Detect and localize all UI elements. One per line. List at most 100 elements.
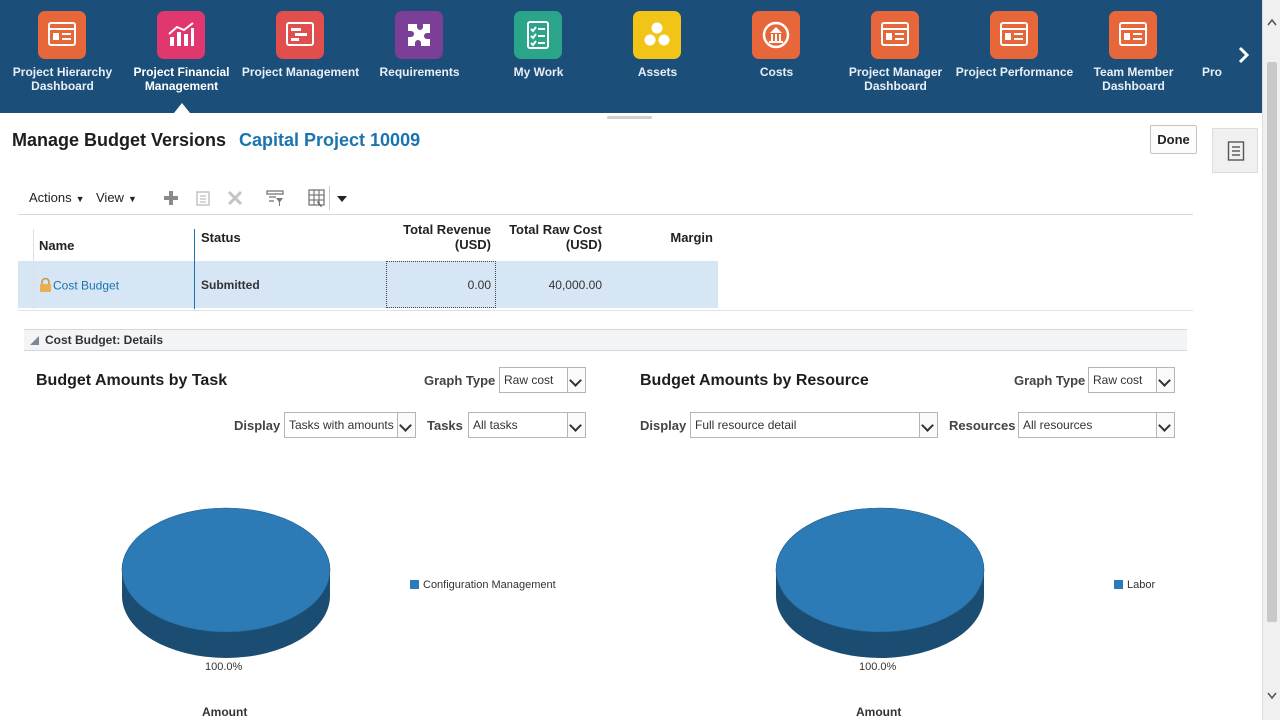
resource-graph-type-select[interactable]: Raw cost	[1088, 367, 1175, 393]
collapse-triangle-icon	[30, 336, 39, 345]
view-menu[interactable]: View ▼	[96, 190, 137, 205]
column-header-line: Total Raw Cost	[509, 222, 602, 237]
select-value: Full resource detail	[695, 418, 797, 432]
chevron-right-icon[interactable]	[1232, 40, 1256, 70]
nav-item-costs[interactable]: Costs	[717, 0, 836, 113]
display-label: Display	[234, 418, 281, 433]
column-header-total-raw-cost[interactable]: Total Raw Cost (USD)	[494, 222, 602, 252]
row-total-revenue[interactable]: 0.00	[386, 278, 491, 292]
row-total-raw-cost: 40,000.00	[548, 278, 602, 292]
caret-down-icon: ▼	[127, 194, 137, 204]
task-axis-label: Amount	[202, 705, 248, 719]
row-name-cell[interactable]: Cost Budget	[38, 277, 119, 296]
resource-panel-title: Budget Amounts by Resource	[640, 372, 869, 389]
toolbar-separator	[329, 186, 330, 210]
nav-item-requirements[interactable]: Requirements	[360, 0, 479, 113]
add-icon[interactable]	[160, 187, 182, 209]
tasks-select[interactable]: All tasks	[468, 412, 586, 438]
project-name: Capital Project 10009	[239, 130, 421, 150]
select-value: All tasks	[473, 418, 518, 432]
bar-chart-icon	[157, 11, 205, 59]
task-graph-type-select[interactable]: Raw cost	[499, 367, 586, 393]
resource-display-select[interactable]: Full resource detail	[690, 412, 938, 438]
column-header-line: Total Revenue	[403, 222, 491, 237]
costs-icon	[752, 11, 800, 59]
page-title: Manage Budget Versions	[12, 130, 227, 150]
nav-label: Costs	[759, 65, 794, 79]
graph-type-label: Graph Type	[424, 373, 496, 388]
resize-handle[interactable]	[607, 116, 652, 119]
dashboard-icon	[871, 11, 919, 59]
details-section-header[interactable]: Cost Budget: Details	[24, 329, 1187, 351]
task-display-select[interactable]: Tasks with amounts	[284, 412, 416, 438]
nav-item-team-member-dashboard[interactable]: Team Member Dashboard	[1074, 0, 1193, 113]
select-value: Raw cost	[504, 373, 554, 387]
delete-icon[interactable]	[224, 187, 246, 209]
column-header-margin[interactable]: Margin	[618, 230, 713, 245]
nav-item-project-hierarchy-dashboard[interactable]: Project Hierarchy Dashboard	[3, 0, 122, 113]
nav-item-assets[interactable]: Assets	[598, 0, 717, 113]
pie-slice[interactable]	[121, 507, 331, 633]
scroll-up-icon[interactable]	[1267, 18, 1277, 29]
lock-icon	[38, 277, 53, 296]
nav-label: Project Financial Management	[133, 65, 230, 93]
task-legend-item: Configuration Management	[410, 579, 556, 591]
nav-label: Project Management	[241, 65, 360, 79]
column-divider	[194, 229, 195, 309]
nav-item-my-work[interactable]: My Work	[479, 0, 598, 113]
resource-pie-svg	[775, 507, 985, 658]
select-value: All resources	[1023, 418, 1093, 432]
chevron-down-icon	[567, 413, 585, 437]
assets-icon	[633, 11, 681, 59]
pie-slice[interactable]	[775, 507, 985, 633]
column-header-line: (USD)	[454, 237, 491, 252]
legend-label: Configuration Management	[423, 579, 556, 591]
nav-item-project-performance[interactable]: Project Performance	[955, 0, 1074, 113]
nav-label: Project Manager Dashboard	[848, 65, 943, 93]
task-panel-title: Budget Amounts by Task	[36, 372, 228, 389]
nav-item-project-financial-management[interactable]: Project Financial Management	[122, 0, 241, 113]
task-pie-percent: 100.0%	[205, 661, 243, 673]
nav-item-project-manager-dashboard[interactable]: Project Manager Dashboard	[836, 0, 955, 113]
resources-select[interactable]: All resources	[1018, 412, 1175, 438]
puzzle-icon	[395, 11, 443, 59]
select-value: Raw cost	[1093, 373, 1143, 387]
graph-type-label: Graph Type	[1014, 373, 1086, 388]
checklist-icon	[514, 11, 562, 59]
column-header-name[interactable]: Name	[39, 238, 74, 253]
nav-label: Assets	[637, 65, 678, 79]
side-panel-toggle[interactable]	[1212, 128, 1258, 173]
column-header-status[interactable]: Status	[201, 230, 241, 245]
resource-axis-label: Amount	[856, 705, 902, 719]
nav-item-project-management[interactable]: Project Management	[241, 0, 360, 113]
details-section-title: Cost Budget: Details	[45, 333, 164, 347]
caret-down-icon: ▼	[75, 194, 85, 204]
actions-menu[interactable]: Actions ▼	[29, 190, 85, 205]
caret-down-icon[interactable]	[334, 187, 356, 209]
display-label: Display	[640, 418, 687, 433]
done-button[interactable]: Done	[1150, 125, 1197, 154]
duplicate-icon[interactable]	[192, 187, 214, 209]
vertical-scrollbar[interactable]	[1262, 0, 1280, 720]
legend-swatch	[1114, 580, 1123, 589]
nav-label: Project Performance	[955, 65, 1074, 79]
scrollbar-thumb[interactable]	[1267, 62, 1277, 622]
table-toolbar: Actions ▼ View ▼	[18, 183, 1193, 215]
document-icon	[1227, 141, 1245, 161]
nav-label: Team Member Dashboard	[1093, 65, 1174, 93]
column-header-line: (USD)	[565, 237, 602, 252]
chevron-down-icon	[1156, 368, 1174, 392]
row-status: Submitted	[201, 278, 260, 292]
column-format-icon[interactable]	[306, 187, 328, 209]
column-header-total-revenue[interactable]: Total Revenue (USD)	[358, 222, 491, 252]
row-name-link[interactable]: Cost Budget	[53, 279, 119, 293]
resources-label: Resources	[949, 418, 1016, 433]
table-row[interactable]	[18, 261, 718, 308]
chevron-down-icon	[919, 413, 937, 437]
filter-icon[interactable]	[264, 187, 286, 209]
scroll-down-icon[interactable]	[1267, 692, 1277, 703]
dashboard-icon	[38, 11, 86, 59]
chevron-down-icon	[397, 413, 415, 437]
nav-label: Project Hierarchy Dashboard	[12, 65, 113, 93]
resource-legend-item: Labor	[1114, 579, 1155, 591]
